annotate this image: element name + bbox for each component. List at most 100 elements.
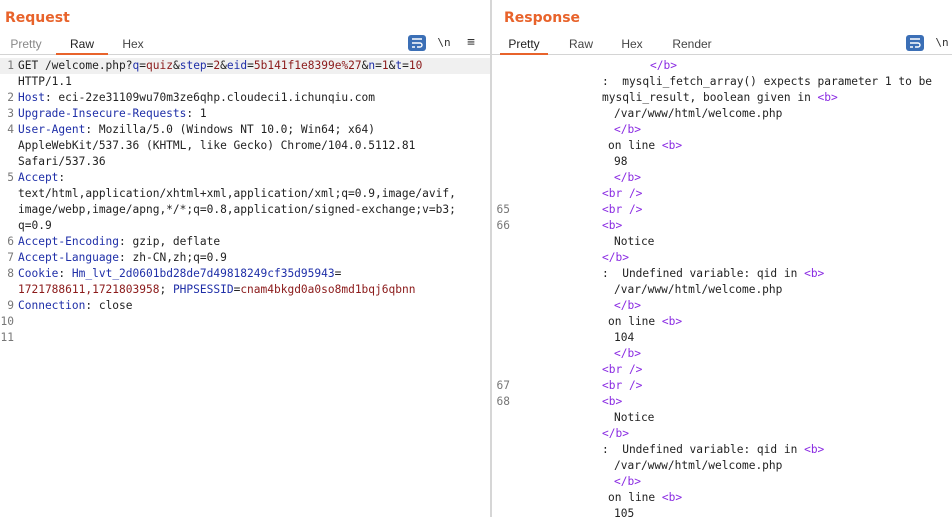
response-line: 68 <b> (492, 394, 952, 410)
html-tag-token: <b> (661, 139, 683, 152)
request-line: text/html,application/xhtml+xml,applicat… (0, 186, 490, 202)
text-token: : mysqli_fetch_array() expects parameter… (602, 75, 933, 88)
text-token: ; (159, 283, 173, 296)
html-tag-token: </b> (650, 59, 677, 72)
key-token: PHPSESSID (172, 283, 234, 296)
line-number: 68 (496, 395, 510, 408)
response-line: /var/www/html/welcome.php (492, 458, 952, 474)
text-token: /var/www/html/welcome.php (614, 459, 783, 472)
text-token: text/html,application/xhtml+xml,applicat… (18, 187, 456, 200)
request-editor[interactable]: 1 GET /welcome.php?q=quiz&step=2&eid=5b14… (0, 58, 490, 517)
html-tag-token: </b> (614, 347, 641, 360)
line-text: /var/www/html/welcome.php (614, 282, 782, 298)
show-newlines-icon[interactable]: \n (435, 35, 453, 51)
response-line: 98 (492, 154, 952, 170)
line-text: </b> (614, 346, 641, 362)
request-tab-hex[interactable]: Hex (112, 34, 154, 55)
text-token: image/webp,image/apng,*/*;q=0.8,applicat… (18, 203, 456, 216)
request-line: q=0.9 (0, 218, 490, 234)
text-token: : (58, 171, 66, 184)
response-line: on line <b> (492, 138, 952, 154)
text-token: : Undefined variable: qid in (602, 267, 805, 280)
line-text: on line <b> (608, 138, 682, 154)
value-token: 1 (381, 59, 389, 72)
response-viewer[interactable]: </b> : mysqli_fetch_array() expects param… (492, 58, 952, 517)
hamburger-menu-icon[interactable]: ≡ (462, 35, 480, 51)
line-number: 2 (7, 91, 14, 104)
line-number: 5 (7, 171, 14, 184)
request-tab-pretty[interactable]: Pretty (0, 34, 52, 55)
response-tab-raw[interactable]: Raw (562, 34, 600, 55)
wrap-lines-icon[interactable] (906, 35, 924, 51)
line-text: <b> (602, 394, 622, 410)
text-token: : (58, 267, 72, 280)
line-text: GET /welcome.php?q=quiz&step=2&eid=5b141… (18, 58, 422, 74)
line-text: </b> (614, 170, 641, 186)
line-text: <br /> (602, 202, 642, 218)
line-text: Accept-Language: zh-CN,zh;q=0.9 (18, 250, 227, 266)
response-tab-hex[interactable]: Hex (614, 34, 650, 55)
line-text: 98 (614, 154, 627, 170)
response-line: Notice (492, 410, 952, 426)
value-token: 5b141f1e8399e%27 (253, 59, 362, 72)
response-line: 105 (492, 506, 952, 517)
text-token: 98 (614, 155, 628, 168)
line-number: 11 (0, 331, 14, 344)
text-token: /var/www/html/welcome.php (614, 283, 783, 296)
html-tag-token: <b> (804, 443, 825, 456)
response-line: 67 <br /> (492, 378, 952, 394)
response-tab-pretty[interactable]: Pretty (500, 34, 548, 55)
key-token: Accept-Encoding (18, 235, 120, 248)
key-token: Upgrade-Insecure-Requests (18, 107, 187, 120)
response-line: mysqli_result, boolean given in <b> (492, 90, 952, 106)
line-text: <br /> (602, 186, 642, 202)
text-token: : Undefined variable: qid in (602, 443, 805, 456)
key-token: Hm_lvt_2d0601bd28de7d49818249cf35d95943 (71, 267, 335, 280)
request-tab-raw[interactable]: Raw (56, 34, 108, 55)
line-text: Upgrade-Insecure-Requests: 1 (18, 106, 207, 122)
text-token: & (220, 59, 227, 72)
line-text: Notice (614, 234, 654, 250)
line-text: Safari/537.36 (18, 154, 106, 170)
line-text: User-Agent: Mozilla/5.0 (Windows NT 10.0… (18, 122, 375, 138)
line-text: 1721788611,1721803958; PHPSESSID=cnam4bk… (18, 282, 415, 298)
response-tabs: Pretty Raw Hex Render (492, 34, 952, 55)
response-line: /var/www/html/welcome.php (492, 282, 952, 298)
line-text: image/webp,image/apng,*/*;q=0.8,applicat… (18, 202, 456, 218)
response-line: 65 <br /> (492, 202, 952, 218)
text-token: mysqli_result, boolean given in (602, 91, 818, 104)
request-line: 11 (0, 330, 490, 346)
response-line: </b> (492, 298, 952, 314)
response-line: : Undefined variable: qid in <b> (492, 442, 952, 458)
response-tab-render[interactable]: Render (664, 34, 720, 55)
key-token: Host (18, 91, 45, 104)
line-text: Accept-Encoding: gzip, deflate (18, 234, 220, 250)
line-text: <b> (602, 218, 622, 234)
request-line: 7 Accept-Language: zh-CN,zh;q=0.9 (0, 250, 490, 266)
text-token: 105 (614, 507, 635, 517)
line-text: Connection: close (18, 298, 133, 314)
html-tag-token: </b> (602, 427, 629, 440)
text-token: : eci-2ze31109wu70m3ze6qhp.cloudeci1.ich… (44, 91, 375, 104)
line-text: : Undefined variable: qid in <b> (602, 442, 824, 458)
text-token: GET /welcome.php? (18, 59, 133, 72)
line-number: 1 (7, 59, 14, 72)
line-text: HTTP/1.1 (18, 74, 72, 90)
line-text: : Undefined variable: qid in <b> (602, 266, 824, 282)
show-newlines-icon[interactable]: \n (933, 35, 951, 51)
line-number: 3 (7, 107, 14, 120)
text-token: = (375, 59, 382, 72)
line-text: </b> (650, 58, 677, 74)
response-line: </b> (492, 58, 952, 74)
line-number: 66 (496, 219, 510, 232)
response-line: <br /> (492, 186, 952, 202)
line-text: 104 (614, 330, 634, 346)
html-tag-token: <b> (817, 91, 838, 104)
line-text: q=0.9 (18, 218, 52, 234)
wrap-lines-icon[interactable] (408, 35, 426, 51)
response-line: </b> (492, 170, 952, 186)
line-text: /var/www/html/welcome.php (614, 458, 782, 474)
response-line: : Undefined variable: qid in <b> (492, 266, 952, 282)
text-token: : gzip, deflate (119, 235, 221, 248)
request-line: 1721788611,1721803958; PHPSESSID=cnam4bk… (0, 282, 490, 298)
